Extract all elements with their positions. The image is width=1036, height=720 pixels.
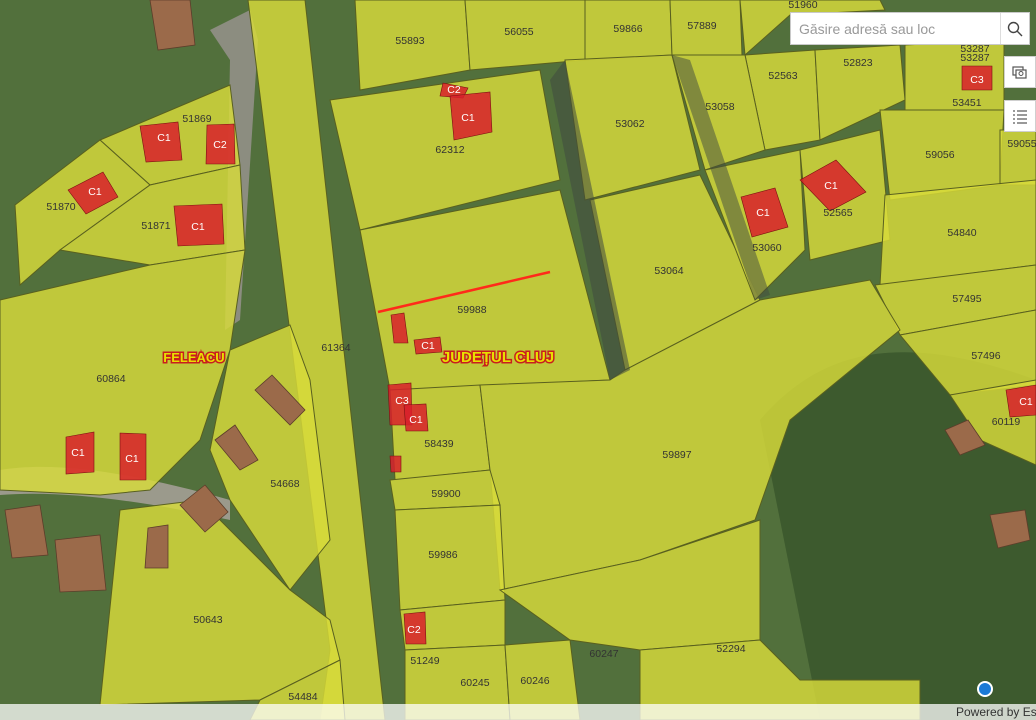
- building-label: C3: [970, 74, 984, 86]
- parcel-label: 55893: [395, 35, 424, 47]
- parcel-label: 53287: [960, 52, 989, 64]
- house-roof: [4, 504, 49, 559]
- parcel-label: 60864: [96, 373, 125, 385]
- parcel-label: 59866: [613, 23, 642, 35]
- parcel-label: 60247: [589, 648, 618, 660]
- building-label: C1: [125, 453, 139, 465]
- building-label: C1: [421, 340, 435, 352]
- parcel-label: 53060: [752, 242, 781, 254]
- legend-list-icon: [1013, 110, 1027, 124]
- parcel-label: 62312: [435, 144, 464, 156]
- search-input[interactable]: [791, 13, 1000, 44]
- building-label: C1: [88, 186, 102, 198]
- building-label: C1: [191, 221, 205, 233]
- parcel-label: 60246: [520, 675, 549, 687]
- house-roof: [149, 0, 196, 51]
- search-box: [790, 12, 1030, 45]
- parcel-label: 57496: [971, 350, 1000, 362]
- parcel-label: 56055: [504, 26, 533, 38]
- parcel-label: 52823: [843, 57, 872, 69]
- parcel-label: 51870: [46, 201, 75, 213]
- parcel-label: 51960: [788, 0, 817, 11]
- building-label: C1: [1019, 396, 1033, 408]
- parcel-label: 59897: [662, 449, 691, 461]
- parcel-label: 52294: [716, 643, 745, 655]
- parcel-label: 61364: [321, 342, 350, 354]
- current-location-icon[interactable]: [977, 681, 993, 697]
- parcel-label: 59900: [431, 488, 460, 500]
- parcel-label: 52565: [823, 207, 852, 219]
- building-label: C2: [213, 139, 227, 151]
- parcel-label: 50643: [193, 614, 222, 626]
- locality-label: FELEACU: [163, 350, 224, 365]
- building[interactable]: [389, 455, 402, 473]
- building-label: C2: [407, 624, 421, 636]
- parcel-label: 54668: [270, 478, 299, 490]
- building-label: C2: [447, 84, 461, 96]
- parcel-label: 52563: [768, 70, 797, 82]
- parcel-label: 51249: [410, 655, 439, 667]
- parcel-label: 58439: [424, 438, 453, 450]
- building-label: C1: [461, 112, 475, 124]
- parcel-label: 51869: [182, 113, 211, 125]
- attribution-text[interactable]: Powered by Es: [956, 705, 1036, 719]
- parcel-label: 53064: [654, 265, 683, 277]
- parcel-label: 54484: [288, 691, 317, 703]
- legend-button[interactable]: [1004, 100, 1036, 132]
- county-label: JUDEȚUL CLUJ: [442, 349, 554, 366]
- parcel-label: 53062: [615, 118, 644, 130]
- parcel-label: 53451: [952, 97, 981, 109]
- building-label: C1: [756, 207, 770, 219]
- building-label: C1: [71, 447, 85, 459]
- layers-icon: [1012, 66, 1027, 79]
- layers-button[interactable]: [1004, 56, 1036, 88]
- parcel-label: 54840: [947, 227, 976, 239]
- building-label: C1: [409, 414, 423, 426]
- parcel-label: 59988: [457, 304, 486, 316]
- parcel-label: 57889: [687, 20, 716, 32]
- house-roof: [144, 524, 169, 569]
- search-icon: [1007, 21, 1023, 36]
- parcel-label: 53058: [705, 101, 734, 113]
- parcel-label: 59986: [428, 549, 457, 561]
- parcel-label: 60245: [460, 677, 489, 689]
- building-label: C3: [395, 395, 409, 407]
- search-button[interactable]: [1000, 13, 1029, 44]
- building-label: C1: [157, 132, 171, 144]
- parcel-label: 59055: [1007, 138, 1036, 150]
- parcel-label: 60119: [992, 416, 1021, 428]
- building-label: C1: [824, 180, 838, 192]
- parcel-label: 51871: [141, 220, 170, 232]
- house-roof: [54, 534, 107, 593]
- parcel-label: 57495: [952, 293, 981, 305]
- map-canvas[interactable]: 51960 55893 56055 59866 57889 52563 5282…: [0, 0, 1036, 720]
- parcel-label: 59056: [925, 149, 954, 161]
- attribution-bar: Powered by Es: [0, 704, 1036, 720]
